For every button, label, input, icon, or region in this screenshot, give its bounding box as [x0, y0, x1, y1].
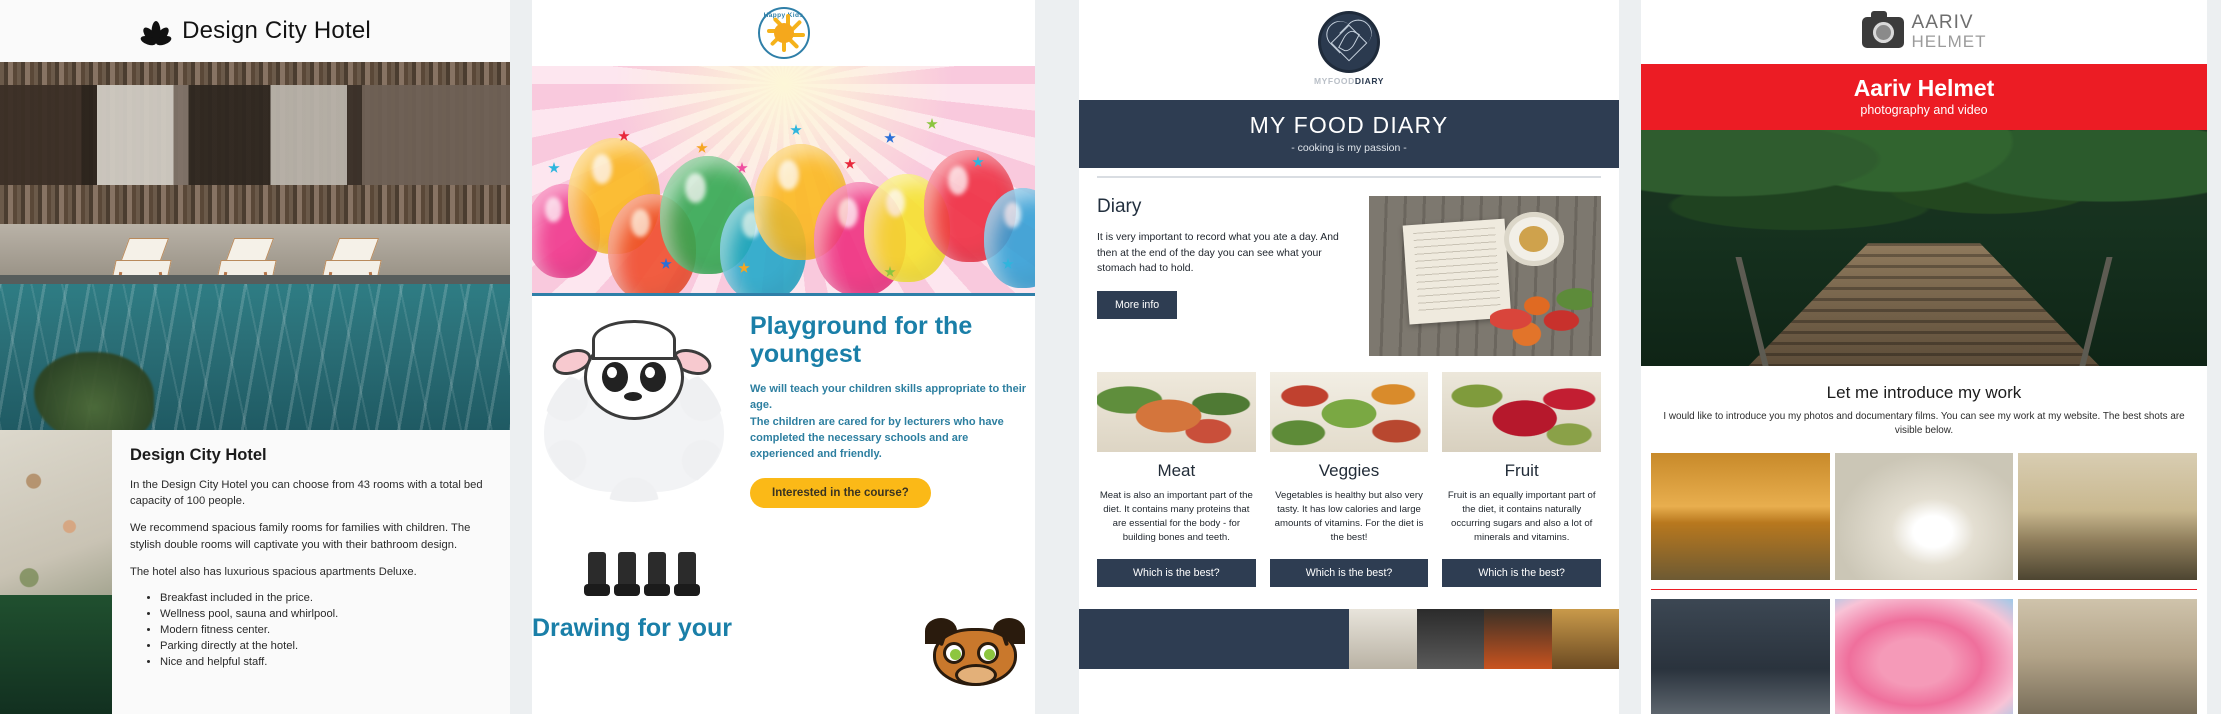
meat-best-button[interactable]: Which is the best? — [1097, 559, 1256, 587]
kids-copy: Playground for the youngest We will teac… — [750, 312, 1035, 596]
fruit-title: Fruit — [1504, 461, 1539, 480]
food-card-veggies: Veggies Vegetables is healthy but also v… — [1269, 372, 1429, 587]
hotel-description-section: Design City Hotel In the Design City Hot… — [0, 430, 510, 714]
veggies-title: Veggies — [1318, 461, 1380, 480]
list-item: Parking directly at the hotel. — [160, 639, 488, 655]
meat-title: Meat — [1157, 461, 1196, 480]
more-info-button[interactable]: More info — [1097, 290, 1178, 319]
kids-footer-heading: Drawing for your — [532, 614, 733, 642]
hotel-amenities-list: Breakfast included in the price. Wellnes… — [160, 591, 488, 671]
list-item: Modern fitness center. — [160, 623, 488, 639]
lotus-icon — [139, 19, 173, 47]
veggies-body: Vegetables is healthy but also very tast… — [1274, 490, 1424, 543]
food-logo-my: MY — [1313, 76, 1328, 86]
hotel-header: Design City Hotel — [0, 0, 510, 62]
gallery-thumb-children[interactable] — [2018, 598, 2198, 714]
helmet-header: AARIV HELMET — [1641, 0, 2207, 64]
food-diary-section: Diary It is very important to record wha… — [1079, 178, 1619, 356]
hotel-paragraph-3: The hotel also has luxurious spacious ap… — [130, 565, 417, 578]
gallery-thumb-sunset[interactable] — [1651, 452, 1830, 580]
gallery-thumb-photographer[interactable] — [1651, 598, 1830, 714]
hero-facade — [0, 62, 510, 224]
kids-balloon-banner — [532, 66, 1035, 293]
helmet-logo-wordmark[interactable]: AARIV HELMET — [1912, 13, 1987, 51]
fruit-best-button[interactable]: Which is the best? — [1442, 559, 1602, 587]
food-diary-heading: Diary — [1097, 196, 1142, 217]
gallery-thumb-misty-river[interactable] — [2018, 452, 2198, 580]
hero-foliage — [34, 352, 154, 430]
food-band-title: MY FOOD DIARY — [1249, 112, 1449, 138]
food-card-meat: Meat Meat is also an important part of t… — [1097, 372, 1256, 587]
fruit-photo — [1442, 372, 1602, 452]
helmet-logo-line1: AARIV — [1911, 12, 1974, 34]
helmet-intro-section: Let me introduce my work I would like to… — [1641, 366, 2207, 453]
panel-aariv-helmet: AARIV HELMET Aariv Helmet photography an… — [1641, 0, 2221, 714]
food-header: MYFOODDIARY — [1079, 0, 1619, 100]
meat-body: Meat is also an important part of the di… — [1099, 490, 1253, 543]
heart-leaf-icon[interactable] — [1321, 14, 1377, 70]
panel-design-city-hotel: Design City Hotel Design City Hotel In t… — [0, 0, 510, 714]
list-item: Nice and helpful staff. — [160, 655, 488, 671]
kids-drawing-section: Drawing for your — [532, 596, 1035, 686]
hotel-paragraph-2: We recommend spacious family rooms for f… — [130, 522, 471, 551]
hotel-heading: Design City Hotel — [130, 446, 267, 464]
food-diary-photo — [1369, 196, 1601, 356]
helmet-intro-body: I would like to introduce you my photos … — [1663, 411, 2185, 437]
food-footer-band — [1079, 609, 1619, 669]
sun-icon[interactable]: Happy Kids — [757, 7, 810, 59]
helmet-intro-heading: Let me introduce my work — [1826, 383, 2022, 402]
template-gallery: Design City Hotel Design City Hotel In t… — [0, 0, 2221, 714]
kids-header: Happy Kids — [532, 0, 1035, 66]
food-logo-diary: DIARY — [1354, 76, 1385, 86]
food-diary-body: It is very important to record what you … — [1097, 232, 1339, 275]
helmet-gallery-bottom — [1641, 598, 2207, 714]
kids-course-cta-button[interactable]: Interested in the course? — [750, 478, 931, 509]
hotel-copy: Design City Hotel In the Design City Hot… — [112, 430, 510, 714]
helmet-title-band: Aariv Helmet photography and video — [1641, 64, 2207, 130]
list-item: Wellness pool, sauna and whirlpool. — [160, 607, 488, 623]
helmet-band-title: Aariv Helmet — [1853, 75, 1995, 101]
hotel-logo[interactable]: Design City Hotel — [139, 17, 371, 47]
helmet-band-subtitle: photography and video — [1860, 103, 1988, 117]
camera-icon — [1861, 10, 1904, 48]
panel-happy-kids: Happy Kids Playground for the youngest W… — [510, 0, 1057, 714]
gallery-thumb-blossom[interactable] — [1834, 598, 2014, 714]
kids-section-heading: Playground for the youngest — [750, 312, 973, 368]
food-band-subtitle: - cooking is my passion - — [1291, 142, 1407, 154]
food-logo-food: FOOD — [1327, 76, 1355, 86]
hotel-brand-name: Design City Hotel — [182, 17, 371, 44]
list-item: Breakfast included in the price. — [160, 591, 488, 607]
kids-section-body: We will teach your children skills appro… — [750, 383, 1027, 461]
sheep-icon — [532, 312, 750, 596]
kids-playground-section: Playground for the youngest We will teac… — [532, 296, 1035, 596]
hotel-hero-image — [0, 62, 510, 430]
veggies-photo — [1269, 372, 1429, 452]
helmet-gallery-top — [1641, 452, 2207, 580]
hotel-paragraph-1: In the Design City Hotel you can choose … — [130, 479, 483, 508]
food-footer-thumbnails — [1349, 609, 1619, 669]
helmet-hero-image — [1641, 130, 2207, 366]
food-cards-row: Meat Meat is also an important part of t… — [1079, 356, 1619, 587]
food-title-band: MY FOOD DIARY - cooking is my passion - — [1079, 100, 1619, 168]
tiger-icon — [915, 614, 1035, 686]
fruit-body: Fruit is an equally important part of th… — [1447, 490, 1596, 543]
veggies-best-button[interactable]: Which is the best? — [1269, 559, 1429, 587]
helmet-logo-line2: HELMET — [1911, 32, 1987, 52]
food-logo-wordmark: MYFOODDIARY — [1314, 76, 1384, 86]
helmet-gallery-divider — [1651, 587, 2197, 591]
food-card-fruit: Fruit Fruit is an equally important part… — [1442, 372, 1602, 587]
meat-photo — [1097, 372, 1256, 452]
hotel-interior-thumbnail — [0, 430, 112, 714]
gallery-thumb-dandelion[interactable] — [1834, 452, 2014, 580]
panel-my-food-diary: MYFOODDIARY MY FOOD DIARY - cooking is m… — [1057, 0, 1641, 714]
kids-logo-text: Happy Kids — [763, 12, 804, 19]
